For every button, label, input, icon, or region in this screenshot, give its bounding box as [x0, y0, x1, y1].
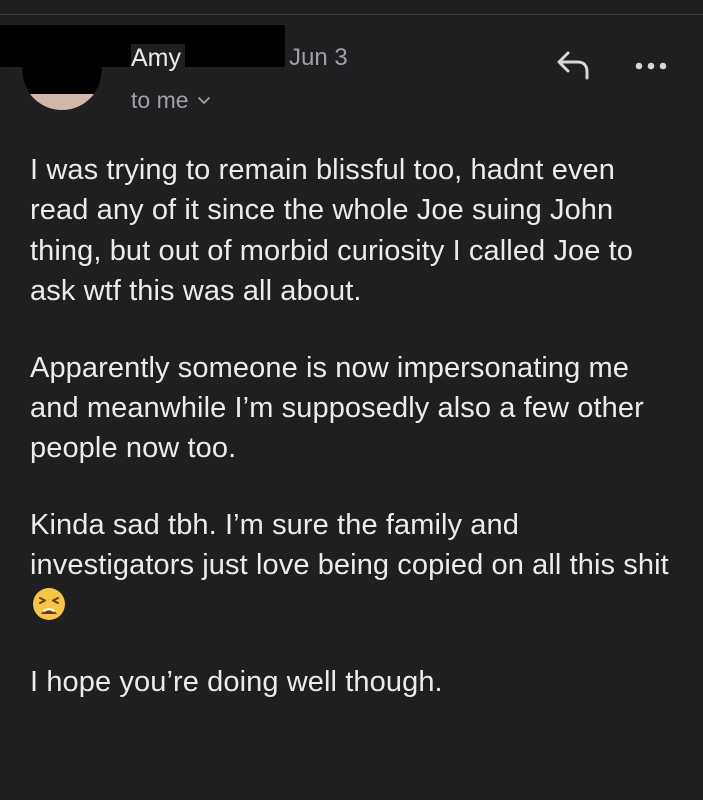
recipient-toggle[interactable]: to me [131, 87, 211, 114]
more-options-button[interactable] [633, 56, 669, 76]
more-horizontal-icon [635, 62, 667, 70]
body-paragraph: Apparently someone is now impersonating … [30, 351, 644, 465]
email-message-view: Amy Jun 3 to me I was trying to remain b… [0, 0, 703, 800]
top-divider [0, 14, 703, 15]
reply-arrow-icon [557, 51, 589, 80]
tired-face-emoji-icon [33, 587, 65, 620]
body-paragraph: Kinda sad tbh. I’m sure the family and i… [30, 505, 680, 626]
body-paragraph: I was trying to remain blissful too, had… [30, 154, 634, 308]
message-body: I was trying to remain blissful too, had… [30, 150, 680, 738]
sender-name[interactable]: Amy [131, 44, 185, 73]
body-paragraph: I hope you’re doing well though. [30, 666, 443, 699]
reply-button[interactable] [552, 48, 594, 82]
chevron-down-icon [197, 96, 210, 104]
body-paragraph-text: Kinda sad tbh. I’m sure the family and i… [30, 508, 669, 582]
message-date: Jun 3 [289, 44, 348, 71]
recipient-label: to me [131, 87, 189, 113]
